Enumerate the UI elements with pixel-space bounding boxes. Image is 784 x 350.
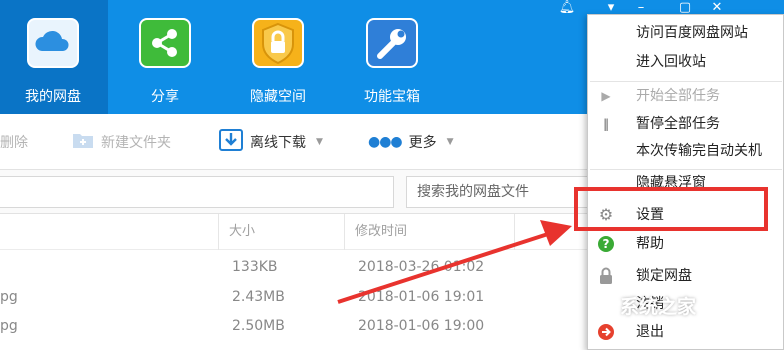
more-label: 更多 <box>408 135 437 151</box>
modified-column-header[interactable]: 修改时间 <box>344 214 514 250</box>
menu-item-label: 锁定网盘 <box>636 268 692 284</box>
menu-item-auto-shutdown[interactable]: 本次传输完自动关机 <box>588 139 784 163</box>
nav-toolbox-label: 功能宝箱 <box>364 89 420 105</box>
nav-toolbox[interactable]: 功能宝箱 <box>337 0 447 114</box>
settings-highlight-box <box>574 187 768 231</box>
nav-my-drive-label: 我的网盘 <box>25 89 81 105</box>
size-column-header[interactable]: 大小 <box>218 214 344 250</box>
watermark-logo: 系统之家 <box>620 296 697 318</box>
nav-my-drive[interactable]: 我的网盘 <box>0 0 108 114</box>
file-size: 2.50MB <box>232 318 285 334</box>
offline-download-label: 离线下载 <box>250 135 306 151</box>
menu-item-label: 退出 <box>636 324 664 340</box>
nav-hidden-space-label: 隐藏空间 <box>250 89 306 105</box>
file-modified: 2018-01-06 19:00 <box>358 318 485 334</box>
lock-icon <box>597 267 615 285</box>
play-icon: ▶ <box>601 89 611 103</box>
download-icon <box>219 129 243 155</box>
new-folder-icon <box>72 131 94 153</box>
menu-item-start-all[interactable]: ▶ 开始全部任务 <box>588 84 784 108</box>
menu-item-exit[interactable]: 退出 <box>588 320 784 344</box>
lock-icon <box>252 18 304 68</box>
exit-icon <box>597 323 615 341</box>
file-modified: 2018-03-26 01:02 <box>358 259 485 275</box>
menu-divider <box>590 81 782 82</box>
offline-download-button[interactable]: 离线下载 ▼ <box>219 114 323 170</box>
delete-label: 删除 <box>0 135 28 151</box>
menu-divider <box>590 169 782 170</box>
menu-item-label: 暂停全部任务 <box>636 116 720 132</box>
menu-item-label: 进入回收站 <box>636 54 706 70</box>
file-name: pg <box>0 289 18 305</box>
help-icon: ? <box>597 235 615 253</box>
nav-hidden-space[interactable]: 隐藏空间 <box>223 0 333 114</box>
toolbox-icon <box>366 18 418 68</box>
menu-item-recycle-bin[interactable]: 进入回收站 <box>588 50 784 74</box>
bell-icon[interactable]: 🔔︎ <box>552 0 582 18</box>
share-icon <box>139 18 191 68</box>
menu-item-pause-all[interactable]: ‖ 暂停全部任务 <box>588 112 784 136</box>
pause-icon: ‖ <box>603 117 609 131</box>
menu-item-label: 开始全部任务 <box>636 88 720 104</box>
menu-item-label: 本次传输完自动关机 <box>636 143 762 159</box>
new-folder-button[interactable]: 新建文件夹 <box>72 114 171 170</box>
file-size: 2.43MB <box>232 289 285 305</box>
path-bar[interactable] <box>0 176 394 208</box>
cloud-icon <box>27 18 79 68</box>
menu-item-lock[interactable]: 锁定网盘 <box>588 264 784 288</box>
file-name: pg <box>0 318 18 334</box>
chevron-down-icon: ▼ <box>316 137 323 147</box>
delete-button[interactable]: 删除 <box>0 114 28 170</box>
nav-share-label: 分享 <box>151 89 179 105</box>
menu-item-visit-site[interactable]: 访问百度网盘网站 <box>588 21 784 45</box>
file-size: 133KB <box>232 259 278 275</box>
menu-item-label: 帮助 <box>636 236 664 252</box>
menu-item-label: 访问百度网盘网站 <box>636 25 748 41</box>
more-button[interactable]: ●●● 更多 ▼ <box>368 114 454 170</box>
menu-item-help[interactable]: ? 帮助 <box>588 232 784 256</box>
file-modified: 2018-01-06 19:01 <box>358 289 485 305</box>
new-folder-label: 新建文件夹 <box>101 135 171 151</box>
nav-share[interactable]: 分享 <box>110 0 220 114</box>
chevron-down-icon: ▼ <box>446 137 454 147</box>
more-dots-icon: ●●● <box>368 134 403 150</box>
svg-text:?: ? <box>603 237 610 251</box>
